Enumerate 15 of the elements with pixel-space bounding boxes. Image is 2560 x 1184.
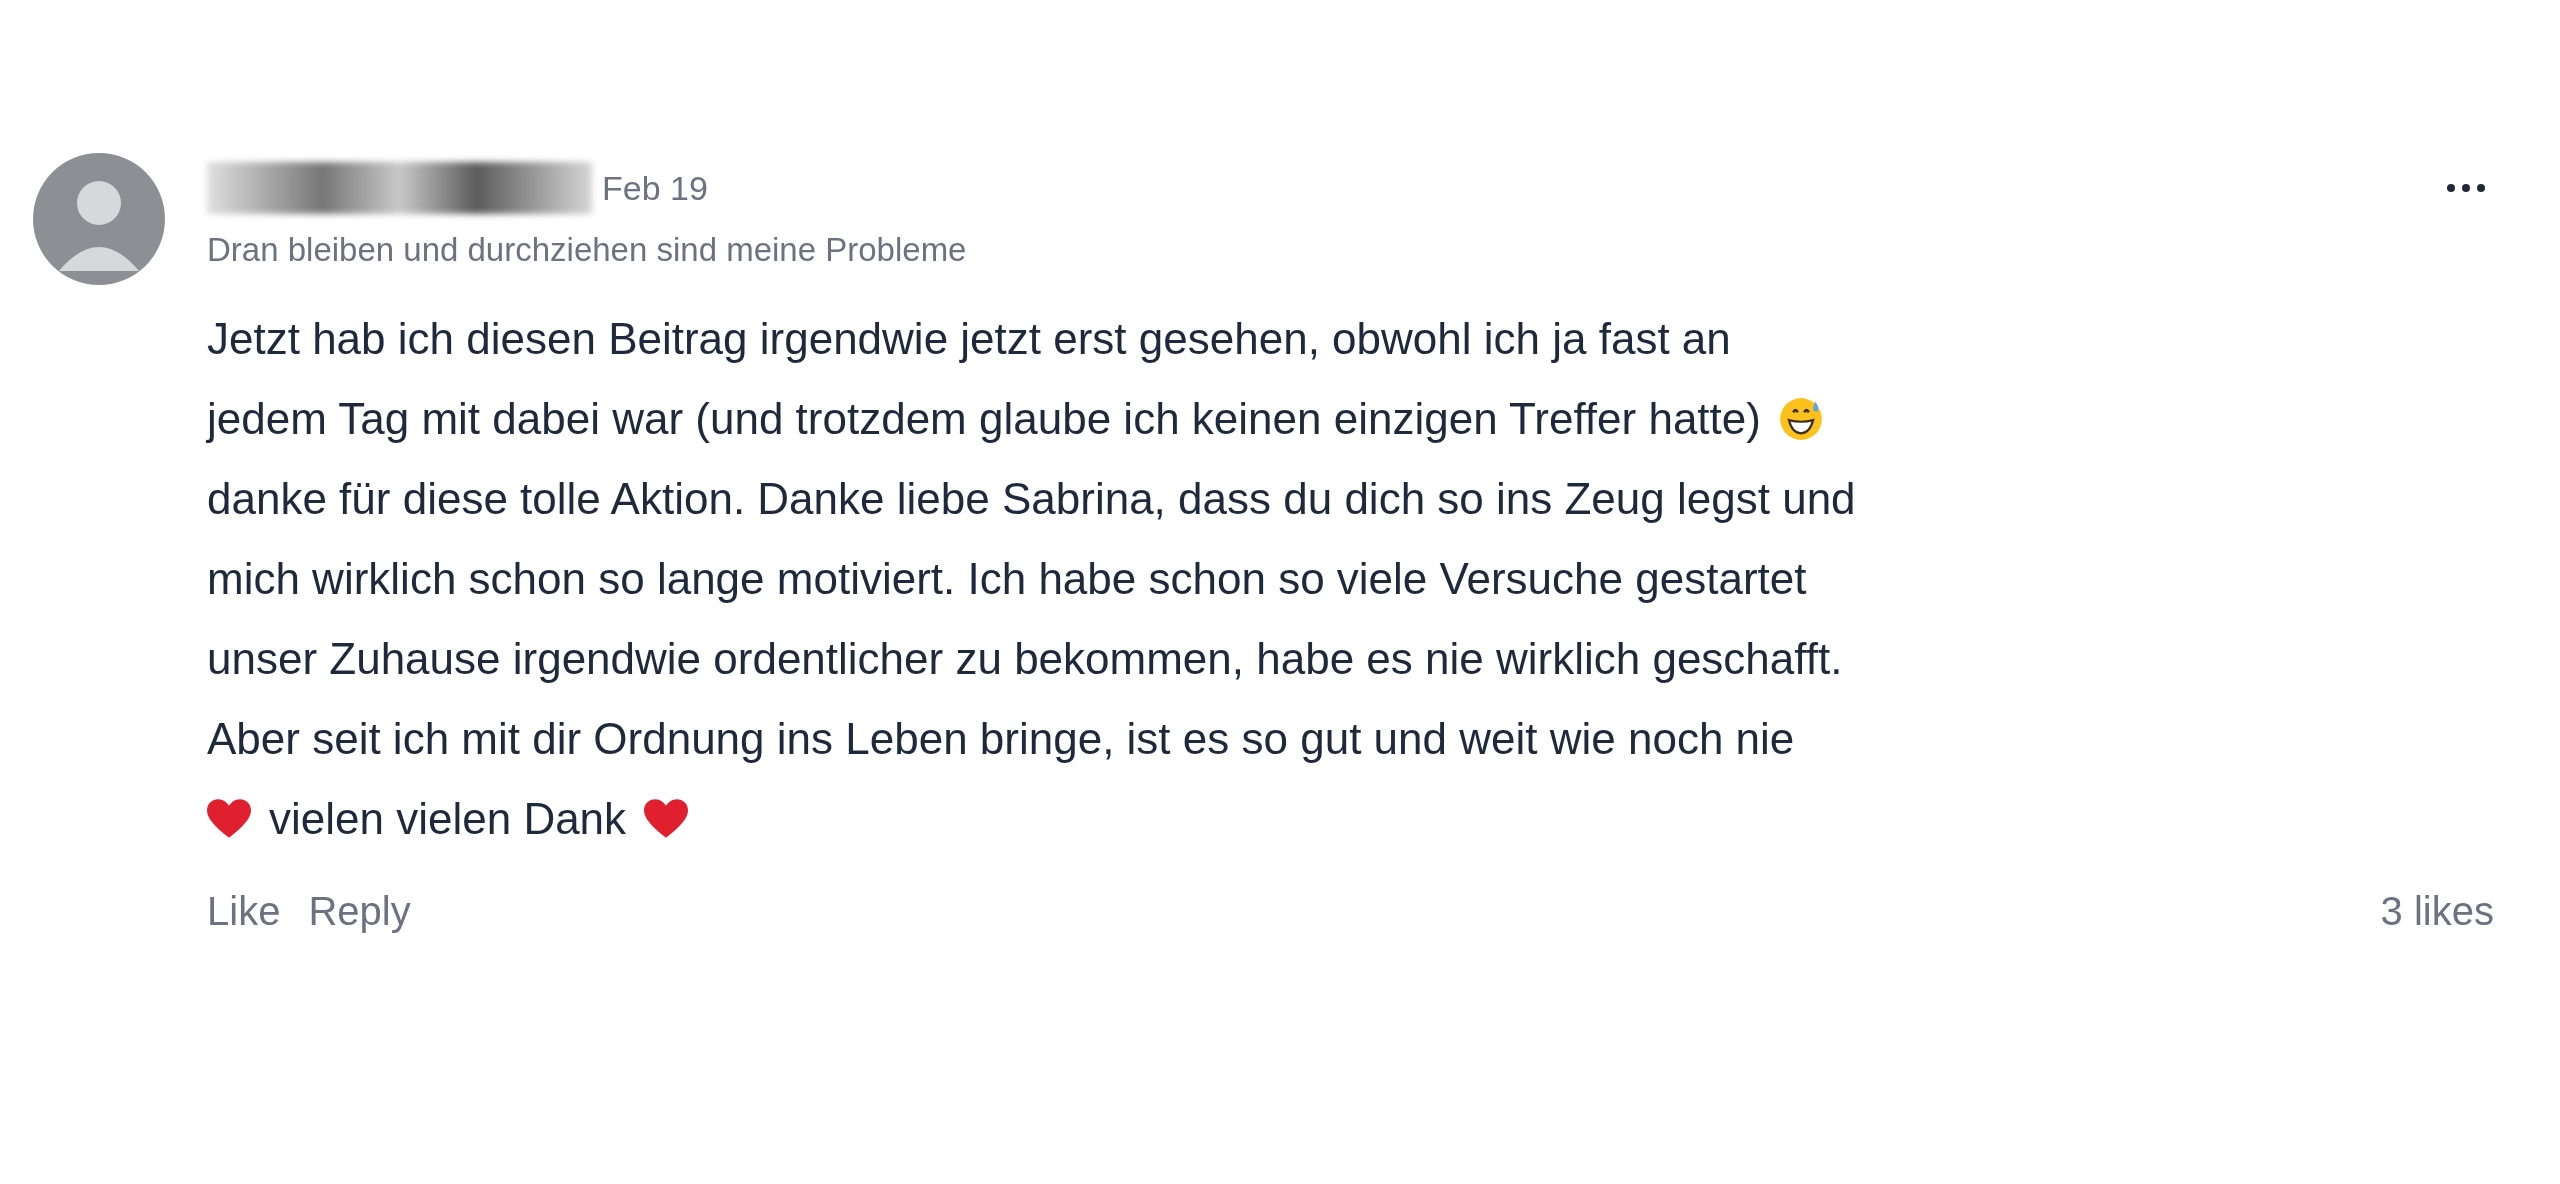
avatar[interactable] (33, 153, 165, 285)
comment-text-line: Aber seit ich mit dir Ordnung ins Leben bringe, ist es so gut und weit wie noch nie (207, 714, 1795, 764)
comment-action-link[interactable]: Reply (308, 889, 411, 934)
comment-text-line: Jetzt hab ich diesen Beitrag irgendwie jetzt erst gesehen, obwohl ich ja fast an (207, 314, 1731, 364)
comment-text-line: jedem Tag mit dabei war (und trotzdem glaube ich keinen einzigen Treffer hatte) (207, 394, 1761, 444)
more-icon[interactable] (2446, 183, 2486, 193)
comment-action-link[interactable]: Like (207, 889, 281, 934)
grinning-sweat-icon (1778, 397, 1823, 441)
user-tagline: Dran bleiben und durchziehen sind meine Probleme (207, 231, 968, 269)
comment-text-line: mich wirklich schon so lange motiviert. Ich habe schon so viele Versuche gestartet (207, 554, 1807, 604)
like-count: 3 likes (2380, 889, 2494, 934)
comment-date: Feb 19 (602, 168, 708, 208)
comment-text-line: unser Zuhause irgendwie ordentlicher zu bekommen, habe es nie wirklich geschafft. (207, 634, 1843, 684)
comment-text-line: danke für diese tolle Aktion. Danke liebe Sabrina, dass du dich so ins Zeug legst und (207, 474, 1856, 524)
comment-text-line: vielen vielen Dank (269, 794, 627, 844)
